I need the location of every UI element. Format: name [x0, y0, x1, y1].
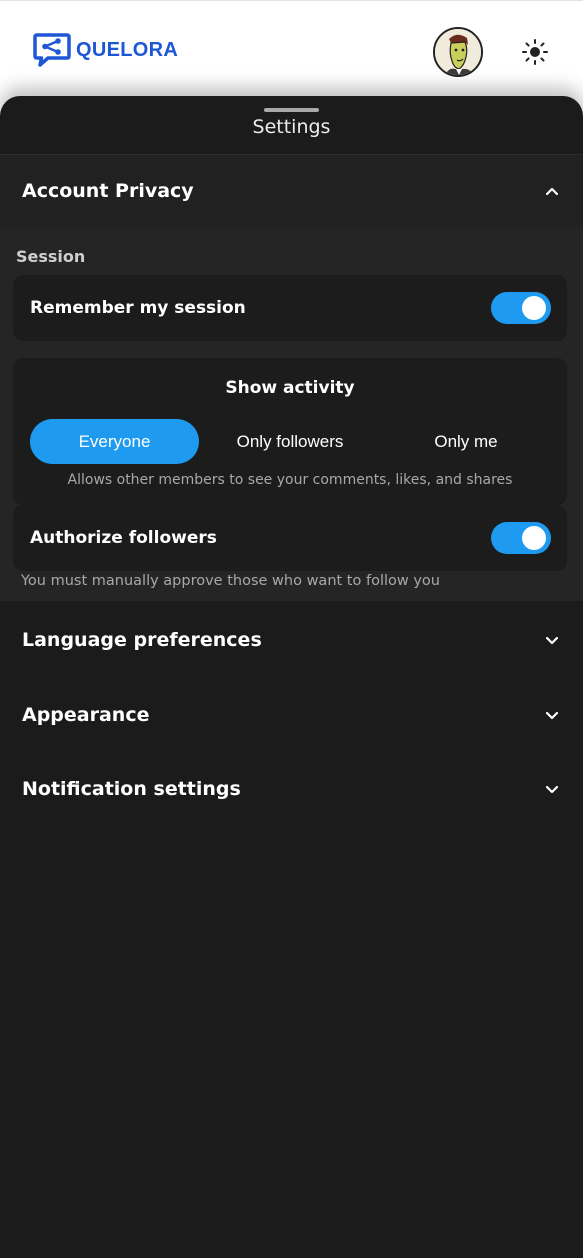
chevron-down-icon	[545, 785, 559, 794]
authorize-followers-row: Authorize followers	[13, 505, 567, 571]
account-privacy-panel: Session Remember my session Show activit…	[0, 227, 583, 601]
authorize-followers-help: You must manually approve those who want…	[21, 573, 440, 589]
settings-sheet: Settings Account Privacy Session Remembe…	[0, 96, 583, 1258]
section-notification-settings[interactable]: Notification settings	[0, 753, 583, 825]
toggle-knob	[522, 526, 546, 550]
show-activity-card: Show activity Everyone Only followers On…	[13, 358, 567, 505]
share-bubble-icon	[33, 33, 71, 67]
authorize-followers-toggle[interactable]	[491, 522, 551, 554]
sheet-title: Settings	[252, 116, 331, 138]
activity-option-everyone[interactable]: Everyone	[30, 419, 199, 464]
show-activity-help: Allows other members to see your comment…	[67, 472, 513, 488]
avatar-illustration	[435, 29, 481, 75]
remember-session-toggle[interactable]	[491, 292, 551, 324]
avatar[interactable]	[433, 27, 483, 77]
toggle-knob	[522, 296, 546, 320]
activity-option-only-me[interactable]: Only me	[382, 419, 550, 464]
section-account-privacy[interactable]: Account Privacy	[0, 155, 583, 227]
section-title: Account Privacy	[22, 180, 194, 202]
chevron-up-icon	[545, 187, 559, 196]
session-label: Session	[16, 247, 86, 266]
chevron-down-icon	[545, 711, 559, 720]
top-bar: QUELORA	[0, 0, 583, 100]
section-appearance[interactable]: Appearance	[0, 679, 583, 751]
sun-icon[interactable]	[520, 37, 550, 67]
remember-session-label: Remember my session	[30, 298, 246, 318]
section-title: Notification settings	[22, 778, 241, 800]
section-title: Appearance	[22, 704, 150, 726]
section-language-preferences[interactable]: Language preferences	[0, 604, 583, 676]
remember-session-row: Remember my session	[13, 275, 567, 341]
authorize-followers-label: Authorize followers	[30, 528, 217, 548]
brand-logo[interactable]: QUELORA	[33, 32, 178, 68]
brand-name: QUELORA	[76, 38, 179, 61]
section-title: Language preferences	[22, 629, 262, 651]
drag-handle[interactable]	[264, 108, 319, 112]
chevron-down-icon	[545, 636, 559, 645]
activity-option-only-followers[interactable]: Only followers	[206, 419, 374, 464]
show-activity-title: Show activity	[225, 378, 355, 398]
